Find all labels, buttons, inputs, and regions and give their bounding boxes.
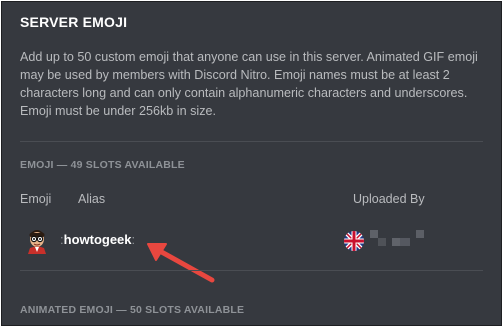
red-arrow-icon xyxy=(147,243,215,283)
column-header-emoji: Emoji xyxy=(20,192,52,206)
divider xyxy=(20,270,483,271)
animated-emoji-section-header: ANIMATED EMOJI — 50 SLOTS AVAILABLE xyxy=(20,304,245,316)
section-description: Add up to 50 custom emoji that anyone ca… xyxy=(20,50,478,118)
page-title: SERVER EMOJI xyxy=(20,14,128,30)
alias-suffix: : xyxy=(131,232,136,247)
nerd-face-emoji-icon xyxy=(28,230,46,254)
union-jack-avatar-icon xyxy=(344,231,364,251)
server-emoji-panel: SERVER EMOJI Add up to 50 custom emoji t… xyxy=(1,1,502,326)
divider xyxy=(20,141,483,142)
emoji-alias[interactable]: :howtogeek: xyxy=(60,232,135,247)
emoji-section-header: EMOJI — 49 SLOTS AVAILABLE xyxy=(20,159,185,171)
column-header-alias: Alias xyxy=(78,192,106,206)
column-header-uploaded-by: Uploaded By xyxy=(353,192,425,206)
alias-name: howtogeek xyxy=(63,232,132,247)
